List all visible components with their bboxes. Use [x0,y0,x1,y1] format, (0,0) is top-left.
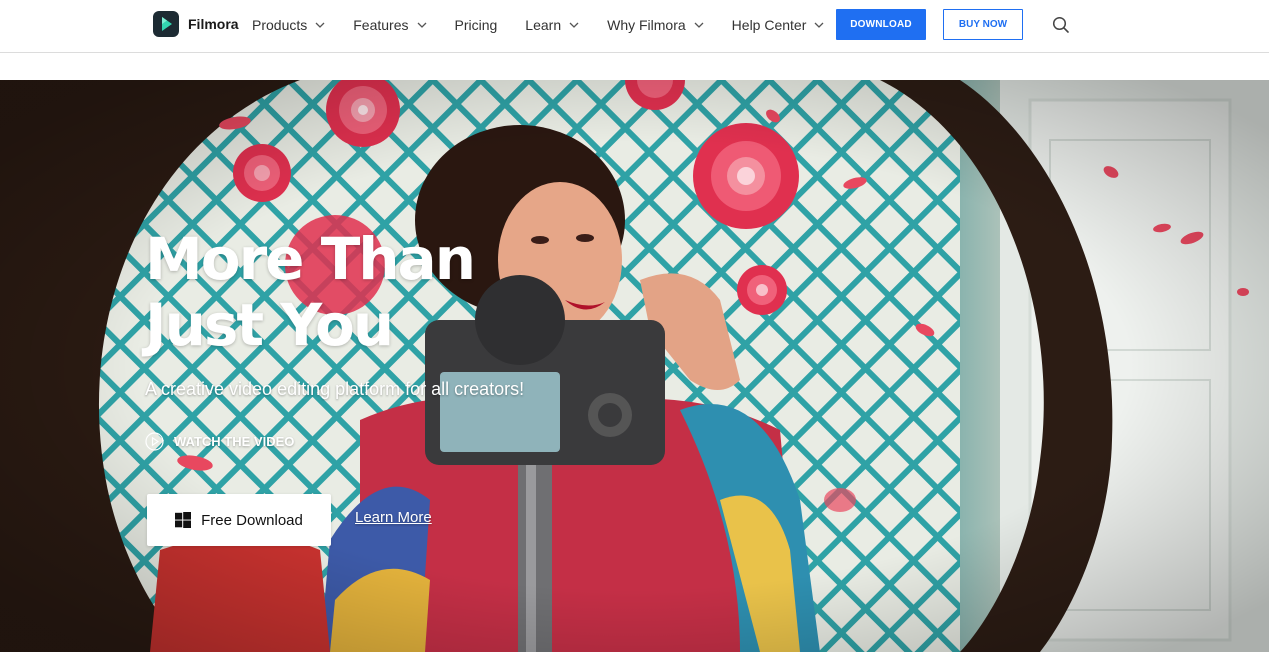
menu-item-help-center[interactable]: Help Center [732,17,825,33]
menu-item-learn[interactable]: Learn [525,17,579,33]
filmora-logo[interactable]: Filmora [153,11,239,37]
download-button[interactable]: DOWNLOAD [836,9,926,40]
menu-item-label: Help Center [731,17,807,33]
menu-item-label: Learn [525,17,562,33]
menu-item-label: Features [353,17,409,33]
menu-item-why-filmora[interactable]: Why Filmora [607,17,704,33]
hero-title-line-2: Just You [145,291,394,359]
hero-banner: More Than Just You A creative video edit… [0,80,1269,652]
chevron-down-icon [315,22,325,28]
windows-icon [175,512,192,528]
hero-subtitle: A creative video editing platform for al… [145,379,525,399]
hero-background-image [0,80,1269,652]
watch-video-link[interactable]: WATCH THE VIDEO [145,432,294,451]
chevron-down-icon [694,22,704,28]
free-download-label: Free Download [201,511,303,529]
play-circle-icon [145,432,164,451]
buy-now-button[interactable]: BUY NOW [943,9,1023,40]
menu-item-label: Pricing [454,17,498,33]
menu-item-label: Products [252,17,308,33]
menu-item-label: Why Filmora [607,17,686,33]
top-navigation: Filmora Products Features Pricing Learn … [0,0,1269,53]
free-download-button[interactable]: Free Download [147,494,331,546]
main-menu: Products Features Pricing Learn Why Film… [252,0,852,50]
search-icon[interactable] [1051,15,1071,35]
watch-video-label: WATCH THE VIDEO [174,434,295,449]
menu-item-pricing[interactable]: Pricing [455,17,498,33]
chevron-down-icon [417,22,426,28]
chevron-down-icon [569,22,579,28]
chevron-down-icon [814,22,824,28]
brand-name: Filmora [188,16,239,32]
hero-title: More Than Just You [145,225,476,359]
menu-item-features[interactable]: Features [353,17,426,33]
filmora-logo-icon [153,11,179,37]
hero-title-line-1: More Than [145,225,476,293]
menu-item-products[interactable]: Products [252,17,325,33]
learn-more-link[interactable]: Learn More [355,509,432,526]
